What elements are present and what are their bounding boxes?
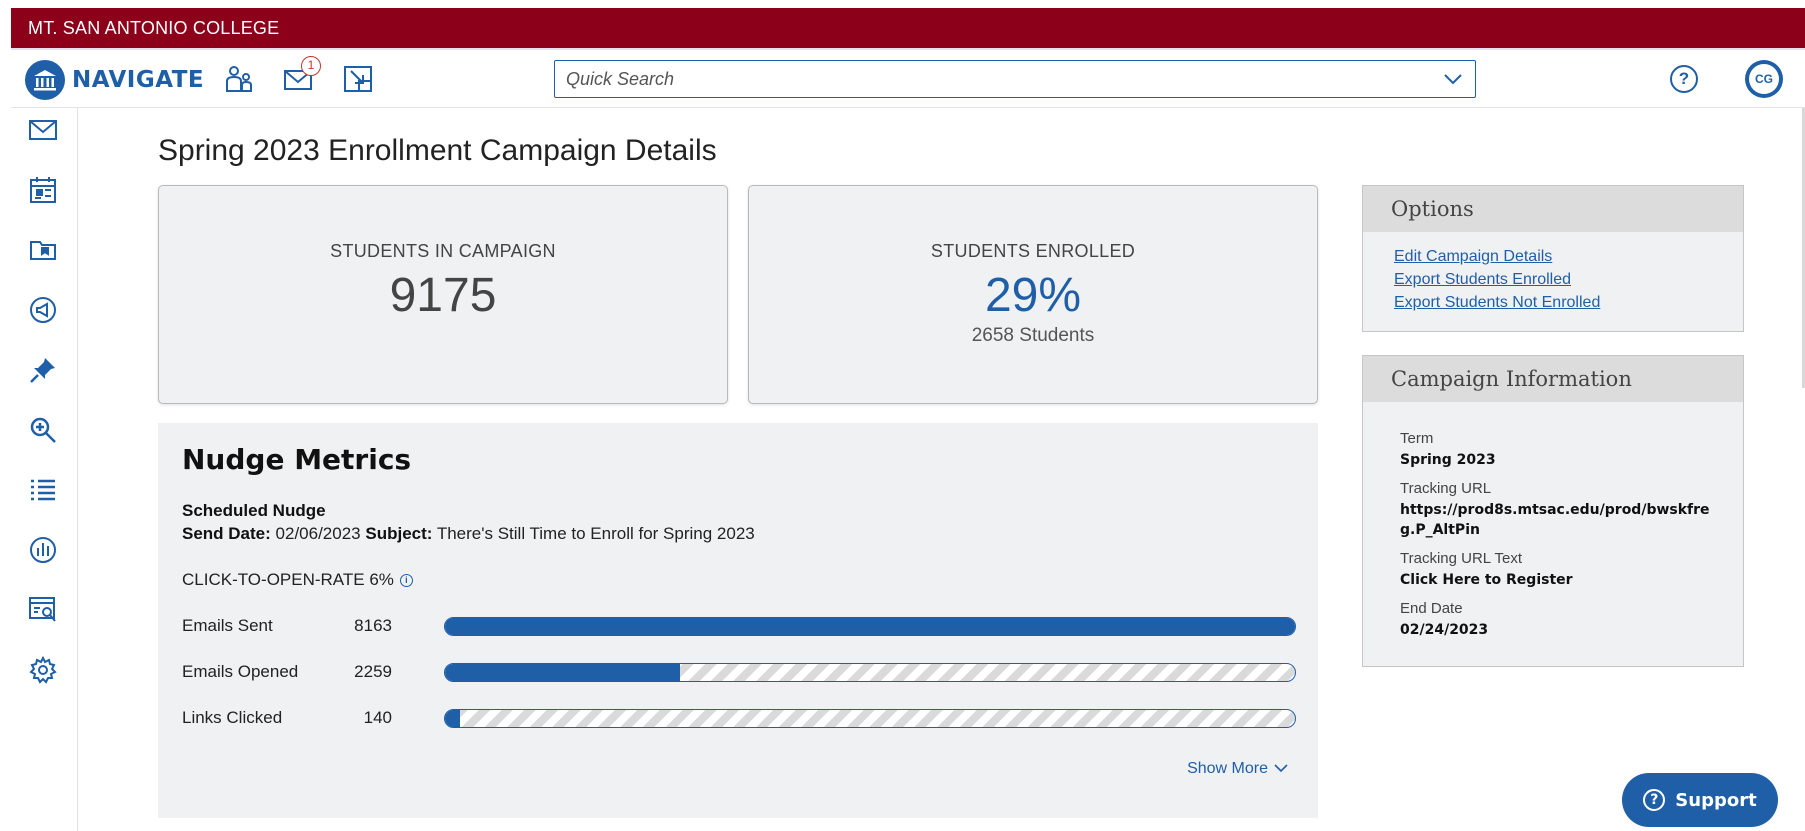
export-not-enrolled-link[interactable]: Export Students Not Enrolled [1394, 294, 1743, 312]
tracking-url-label: Tracking URL [1400, 480, 1492, 497]
students-in-campaign-card: STUDENTS IN CAMPAIGN 9175 [158, 185, 728, 404]
list-icon[interactable] [25, 472, 61, 508]
support-label: Support [1675, 789, 1757, 811]
metric-value: 2259 [354, 662, 392, 681]
progress-bar [444, 663, 1296, 682]
page-title: Spring 2023 Enrollment Campaign Details [158, 134, 717, 167]
gear-icon[interactable] [25, 652, 61, 688]
avatar[interactable]: CG [1745, 60, 1783, 98]
card-value: 29% [984, 269, 1082, 322]
columns-logo-icon [25, 60, 65, 100]
help-circle-icon: ? [1643, 789, 1666, 811]
section-title: Nudge Metrics [182, 443, 412, 476]
term-row: Term Spring 2023 [1400, 430, 1743, 470]
subject-label: Subject: [365, 524, 433, 543]
progress-bar [444, 709, 1296, 728]
expand-window-icon[interactable] [341, 62, 375, 96]
left-sidebar [11, 108, 78, 831]
progress-fill [445, 710, 460, 727]
card-subvalue: 2658 Students [971, 325, 1095, 346]
tracking-url-text-row: Tracking URL Text Click Here to Register [1400, 550, 1743, 590]
search-plus-icon[interactable] [25, 412, 61, 448]
support-button[interactable]: ? Support [1622, 773, 1778, 827]
students-enrolled-card: STUDENTS ENROLLED 29% 2658 Students [748, 185, 1318, 404]
card-value: 9175 [389, 269, 497, 322]
metric-row: Emails Sent 8163 [182, 616, 1312, 638]
panel-title: Campaign Information [1363, 356, 1743, 402]
info-icon[interactable]: i [399, 573, 413, 587]
folder-icon[interactable] [25, 232, 61, 268]
click-to-open-rate: CLICK-TO-OPEN-RATE 6% i [182, 570, 413, 590]
tracking-url-row: Tracking URL https://prod8s.mtsac.edu/pr… [1400, 480, 1743, 540]
nudge-details: Send Date: 02/06/2023 Subject: There's S… [182, 524, 755, 544]
scheduled-nudge-label: Scheduled Nudge [182, 501, 326, 520]
navigate-logo[interactable]: NAVIGATE [25, 60, 204, 100]
term-value: Spring 2023 [1400, 452, 1496, 468]
college-name: MT. SAN ANTONIO COLLEGE [28, 18, 280, 38]
quick-search[interactable] [554, 60, 1476, 98]
send-date-label: Send Date: [182, 524, 271, 543]
campaign-information-panel: Campaign Information Term Spring 2023 Tr… [1362, 355, 1744, 667]
metric-label: Emails Opened [182, 662, 299, 681]
report-search-icon[interactable] [25, 592, 61, 628]
term-label: Term [1400, 430, 1434, 447]
panel-title: Options [1363, 186, 1743, 232]
messages-icon[interactable]: 1 [281, 56, 321, 96]
progress-fill [445, 618, 1295, 635]
ctor-label: CLICK-TO-OPEN-RATE 6% [182, 570, 394, 589]
chart-icon[interactable] [25, 532, 61, 568]
message-count-badge: 1 [301, 56, 321, 76]
subject-value: There's Still Time to Enroll for Spring … [436, 524, 755, 543]
show-more-button[interactable]: Show More [1187, 760, 1288, 778]
tracking-url-value: https://prod8s.mtsac.edu/prod/bwskfreg.P… [1400, 502, 1710, 538]
card-label: STUDENTS IN CAMPAIGN [330, 241, 556, 261]
edit-campaign-link[interactable]: Edit Campaign Details [1394, 248, 1743, 266]
end-date-value: 02/24/2023 [1400, 622, 1489, 638]
pin-icon[interactable] [25, 352, 61, 388]
progress-bar [444, 617, 1296, 636]
staff-people-icon[interactable] [222, 62, 256, 96]
avatar-initials: CG [1749, 64, 1779, 94]
metric-row: Emails Opened 2259 [182, 662, 1312, 684]
card-label: STUDENTS ENROLLED [930, 241, 1136, 261]
metric-row: Links Clicked 140 [182, 708, 1312, 730]
end-date-row: End Date 02/24/2023 [1400, 600, 1743, 640]
export-enrolled-link[interactable]: Export Students Enrolled [1394, 271, 1743, 289]
metric-label: Links Clicked [182, 708, 283, 727]
college-banner: MT. SAN ANTONIO COLLEGE [11, 8, 1805, 48]
show-more-label: Show More [1187, 760, 1268, 777]
tracking-url-text-label: Tracking URL Text [1400, 550, 1522, 567]
send-date-value: 02/06/2023 [275, 524, 361, 543]
metric-value: 140 [363, 708, 392, 727]
chevron-down-icon [1274, 760, 1288, 778]
chevron-down-icon[interactable] [1443, 70, 1463, 93]
metric-label: Emails Sent [182, 616, 273, 635]
help-icon[interactable]: ? [1670, 65, 1698, 93]
metric-value: 8163 [354, 616, 392, 635]
calendar-icon[interactable] [25, 172, 61, 208]
end-date-label: End Date [1400, 600, 1463, 617]
search-input[interactable] [555, 61, 1415, 97]
nudge-metrics-panel: Nudge Metrics Scheduled Nudge Send Date:… [158, 423, 1318, 818]
top-navbar: NAVIGATE 1 ? CG [11, 48, 1805, 108]
mail-icon[interactable] [25, 112, 61, 148]
options-panel: Options Edit Campaign Details Export Stu… [1362, 185, 1744, 332]
megaphone-icon[interactable] [25, 292, 61, 328]
logo-text: NAVIGATE [72, 67, 205, 93]
progress-fill [445, 664, 681, 681]
tracking-url-text-value: Click Here to Register [1400, 572, 1573, 588]
